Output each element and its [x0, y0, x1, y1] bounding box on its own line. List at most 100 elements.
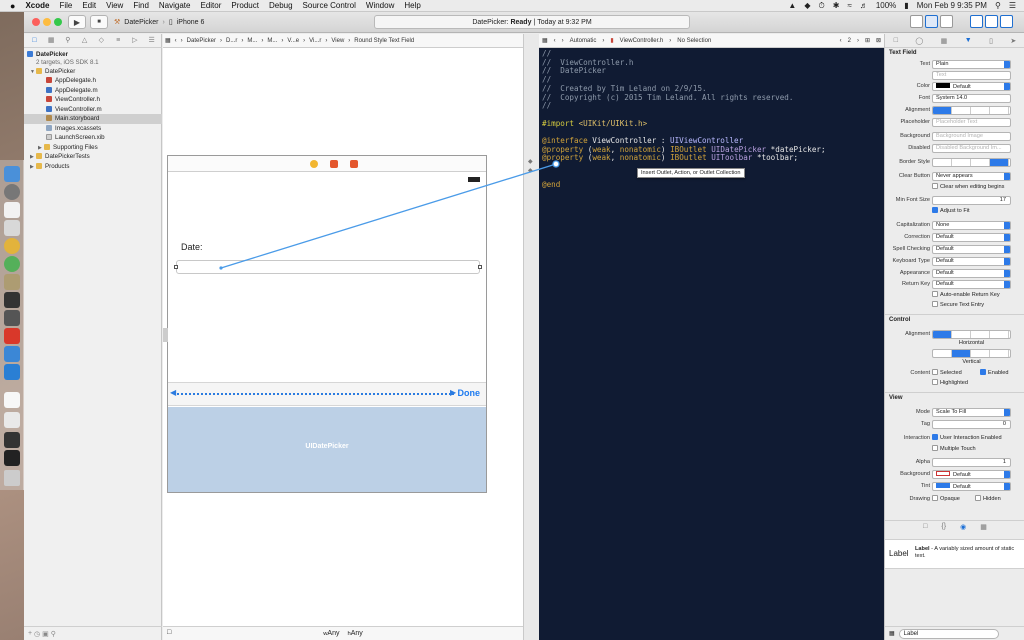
- version-editor-button[interactable]: [940, 15, 953, 28]
- zoom-button[interactable]: [54, 18, 62, 26]
- warning-icon[interactable]: △: [81, 37, 89, 45]
- menu-navigate[interactable]: Navigate: [154, 0, 196, 12]
- capitalization-select[interactable]: None: [932, 221, 1011, 230]
- spotlight-icon[interactable]: ⚲: [991, 0, 1005, 12]
- auto-enable-checkbox[interactable]: Auto-enable Return Key: [932, 291, 1000, 300]
- menu-editor[interactable]: Editor: [195, 0, 226, 12]
- menu-debug[interactable]: Debug: [264, 0, 298, 12]
- connections-inspector-icon[interactable]: ➤: [1010, 37, 1016, 45]
- menu-view[interactable]: View: [101, 0, 128, 12]
- menu-edit[interactable]: Edit: [77, 0, 101, 12]
- clock-filter-icon[interactable]: ◷: [34, 630, 40, 638]
- dropbox-icon[interactable]: ◆: [800, 0, 814, 12]
- breakpoint-icon[interactable]: ▷: [131, 37, 139, 45]
- preview-icon[interactable]: [4, 412, 20, 428]
- correction-select[interactable]: Default: [932, 233, 1011, 242]
- terminal-icon[interactable]: [4, 310, 20, 326]
- menu-file[interactable]: File: [54, 0, 77, 12]
- quick-help-icon[interactable]: ◯: [915, 37, 923, 45]
- color-select[interactable]: Default: [932, 82, 1011, 91]
- contacts-icon[interactable]: [4, 220, 20, 236]
- clear-editing-checkbox[interactable]: Clear when editing begins: [932, 183, 1004, 192]
- add-icon[interactable]: +: [28, 630, 32, 637]
- search-icon[interactable]: ⚲: [64, 37, 72, 45]
- assistant-code-editor[interactable]: ▦ ‹ › Automatic › ▮ ViewController.h › No …: [539, 34, 884, 640]
- secure-text-checkbox[interactable]: Secure Text Entry: [932, 301, 984, 310]
- jumpbar-item[interactable]: M...: [265, 38, 279, 44]
- wifi-icon[interactable]: ≈: [843, 0, 855, 12]
- folder-icon[interactable]: □: [30, 37, 38, 45]
- app-store-icon[interactable]: [4, 364, 20, 380]
- spell-checking-select[interactable]: Default: [932, 245, 1011, 254]
- debug-icon[interactable]: ≡: [114, 37, 122, 45]
- background-color-select[interactable]: Default: [932, 470, 1011, 479]
- document-icon[interactable]: [4, 392, 20, 408]
- multiple-touch-checkbox[interactable]: Multiple Touch: [932, 445, 976, 454]
- jumpbar-item[interactable]: View: [329, 38, 346, 44]
- library-filter-input[interactable]: Label: [898, 628, 999, 639]
- menu-window[interactable]: Window: [361, 0, 399, 12]
- media-library-icon[interactable]: ▦: [980, 523, 987, 533]
- date-picker[interactable]: UIDatePicker: [168, 407, 486, 492]
- stop-button[interactable]: ■: [90, 15, 108, 29]
- clock[interactable]: Mon Feb 9 9:35 PM: [913, 0, 991, 12]
- screen-icon[interactable]: [4, 450, 20, 466]
- battery-percent[interactable]: 100%: [872, 0, 900, 12]
- filter-field-icon[interactable]: ⚲: [51, 630, 56, 638]
- keyboard-type-select[interactable]: Default: [932, 257, 1011, 266]
- object-library-icon[interactable]: ◉: [960, 523, 966, 533]
- file-template-icon[interactable]: □: [923, 523, 927, 533]
- scene-collapse-handle[interactable]: [163, 328, 168, 342]
- opaque-checkbox[interactable]: Opaque: [932, 495, 960, 504]
- file-inspector-icon[interactable]: □: [894, 37, 898, 44]
- alpha-input[interactable]: 1: [932, 458, 1011, 467]
- list-item[interactable]: ViewController.h: [24, 95, 162, 105]
- grid-view-icon[interactable]: ▦: [889, 630, 895, 637]
- forward-icon[interactable]: ›: [559, 38, 567, 44]
- test-icon[interactable]: ◇: [97, 37, 105, 45]
- date-label[interactable]: Date:: [181, 242, 203, 252]
- background-image-input[interactable]: Background Image: [932, 132, 1011, 141]
- time-machine-icon[interactable]: ⏱: [814, 0, 828, 12]
- notification-icon[interactable]: ▲: [784, 0, 800, 12]
- close-button[interactable]: [32, 18, 40, 26]
- enabled-checkbox[interactable]: Enabled: [980, 369, 1009, 378]
- related-items-icon[interactable]: ▦: [539, 37, 551, 44]
- resize-handle-right[interactable]: [478, 265, 482, 269]
- filezilla-icon[interactable]: [4, 328, 20, 344]
- jumpbar-item[interactable]: M...: [245, 38, 259, 44]
- list-item[interactable]: LaunchScreen.xib: [24, 133, 162, 143]
- run-button[interactable]: ▶: [68, 15, 86, 29]
- navigator-toggle-button[interactable]: [970, 15, 983, 28]
- display-icon[interactable]: [4, 432, 20, 448]
- report-icon[interactable]: ☰: [148, 37, 156, 45]
- hidden-checkbox[interactable]: Hidden: [975, 495, 1001, 504]
- first-responder-icon[interactable]: [330, 160, 338, 168]
- jump-left-icon[interactable]: ◆: [528, 158, 533, 165]
- messages-icon[interactable]: [4, 256, 20, 272]
- document-outline-icon[interactable]: □: [167, 629, 171, 636]
- text-type-select[interactable]: Plain: [932, 60, 1011, 69]
- chrome-icon[interactable]: [4, 238, 20, 254]
- size-class-height[interactable]: hAny: [347, 630, 362, 637]
- editor-splitter[interactable]: ◆ ◆: [523, 34, 539, 640]
- back-icon[interactable]: ‹: [551, 38, 559, 44]
- finder-icon[interactable]: [4, 166, 20, 182]
- flexible-space[interactable]: [174, 393, 454, 395]
- list-item-selected[interactable]: Main.storyboard: [24, 114, 162, 124]
- bluetooth-icon[interactable]: ✱: [829, 0, 844, 12]
- minimize-button[interactable]: [43, 18, 51, 26]
- return-key-select[interactable]: Default: [932, 280, 1011, 289]
- jumpbar-item[interactable]: Round Style Text Field: [352, 38, 416, 44]
- standard-editor-button[interactable]: [910, 15, 923, 28]
- selected-checkbox[interactable]: Selected: [932, 369, 962, 378]
- xcode-build-icon[interactable]: [4, 274, 20, 290]
- add-assistant-icon[interactable]: ⊞: [862, 37, 873, 44]
- xcode-icon[interactable]: [4, 346, 20, 362]
- list-item[interactable]: ▶ Products: [24, 162, 162, 172]
- menu-find[interactable]: Find: [128, 0, 154, 12]
- counterpart-forward-icon[interactable]: ›: [854, 38, 862, 44]
- clear-button-select[interactable]: Never appears: [932, 172, 1011, 181]
- font-field[interactable]: System 14.0: [932, 94, 1011, 103]
- file-name[interactable]: ViewController.h: [617, 38, 667, 44]
